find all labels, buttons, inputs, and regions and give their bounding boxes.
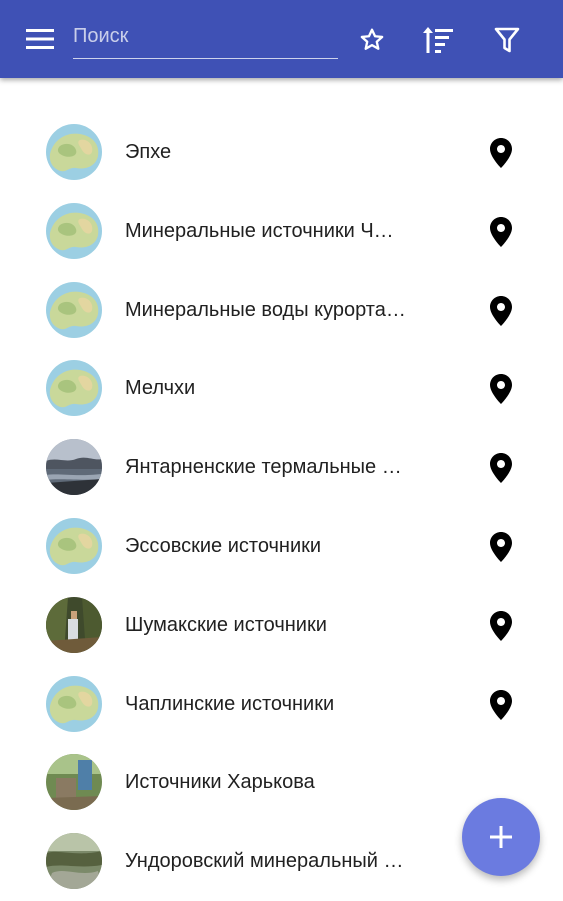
add-button[interactable] (462, 798, 540, 876)
park-photo (46, 754, 102, 811)
app-bar (0, 0, 563, 78)
show-on-map-button[interactable] (487, 138, 515, 168)
map-pin-icon (490, 453, 512, 484)
map-thumbnail (46, 360, 102, 417)
show-on-map-button[interactable] (487, 689, 515, 720)
list-item-title: Мелчхи (125, 377, 196, 400)
list-item-title: Янтарненские термальные … (125, 456, 402, 479)
map-pin-icon (490, 295, 512, 326)
search-input[interactable] (73, 18, 338, 58)
list-item-title: Ундоровский минеральный … (125, 850, 404, 873)
list-item[interactable]: Янтарненские термальные … (0, 428, 563, 507)
show-on-map-button[interactable] (487, 216, 515, 247)
show-on-map-button[interactable] (487, 374, 515, 405)
list-item[interactable]: Шумакские источники (0, 586, 563, 665)
springs-list: Эпхе Минеральные источники Ч… Минеральны… (0, 113, 563, 901)
sort-icon (423, 27, 453, 53)
map-thumbnail (46, 281, 102, 338)
list-item[interactable]: Мелчхи (0, 349, 563, 428)
plus-icon (490, 826, 512, 848)
search-field (73, 18, 338, 59)
list-item[interactable]: Чаплинские источники (0, 665, 563, 744)
show-on-map-button[interactable] (487, 453, 515, 484)
list-item-title: Эпхе (125, 141, 172, 163)
map-thumbnail (46, 124, 102, 180)
show-on-map-button[interactable] (487, 610, 515, 641)
list-item-title: Чаплинские источники (125, 692, 335, 715)
map-pin-icon (490, 216, 512, 247)
menu-icon (26, 29, 54, 49)
map-thumbnail (46, 517, 102, 574)
favorites-button[interactable] (352, 20, 392, 60)
list-item-title: Шумакские источники (125, 613, 327, 636)
map-pin-icon (490, 689, 512, 720)
map-thumbnail (46, 202, 102, 259)
lake-photo (46, 439, 102, 496)
star-outline-icon (360, 28, 384, 50)
filter-icon (494, 27, 520, 53)
map-pin-icon (490, 531, 512, 562)
list-item-title: Минеральные воды курорта… (125, 298, 406, 321)
map-pin-icon (490, 374, 512, 405)
list-item-title: Источники Харькова (125, 771, 315, 794)
map-pin-icon (490, 610, 512, 641)
list-item[interactable]: Минеральные воды курорта… (0, 271, 563, 350)
map-thumbnail (46, 675, 102, 732)
list-item[interactable]: Эпхе (0, 113, 563, 192)
list-item-title: Эссовские источники (125, 534, 322, 557)
filter-button[interactable] (487, 20, 527, 60)
show-on-map-button[interactable] (487, 295, 515, 326)
stream-photo (46, 833, 102, 890)
sort-button[interactable] (418, 20, 458, 60)
list-item[interactable]: Эссовские источники (0, 507, 563, 586)
forest-photo (46, 596, 102, 653)
show-on-map-button[interactable] (487, 531, 515, 562)
list-item[interactable]: Минеральные источники Ч… (0, 192, 563, 271)
map-pin-icon (490, 138, 512, 168)
list-item-title: Минеральные источники Ч… (125, 219, 394, 242)
menu-button[interactable] (22, 21, 58, 57)
